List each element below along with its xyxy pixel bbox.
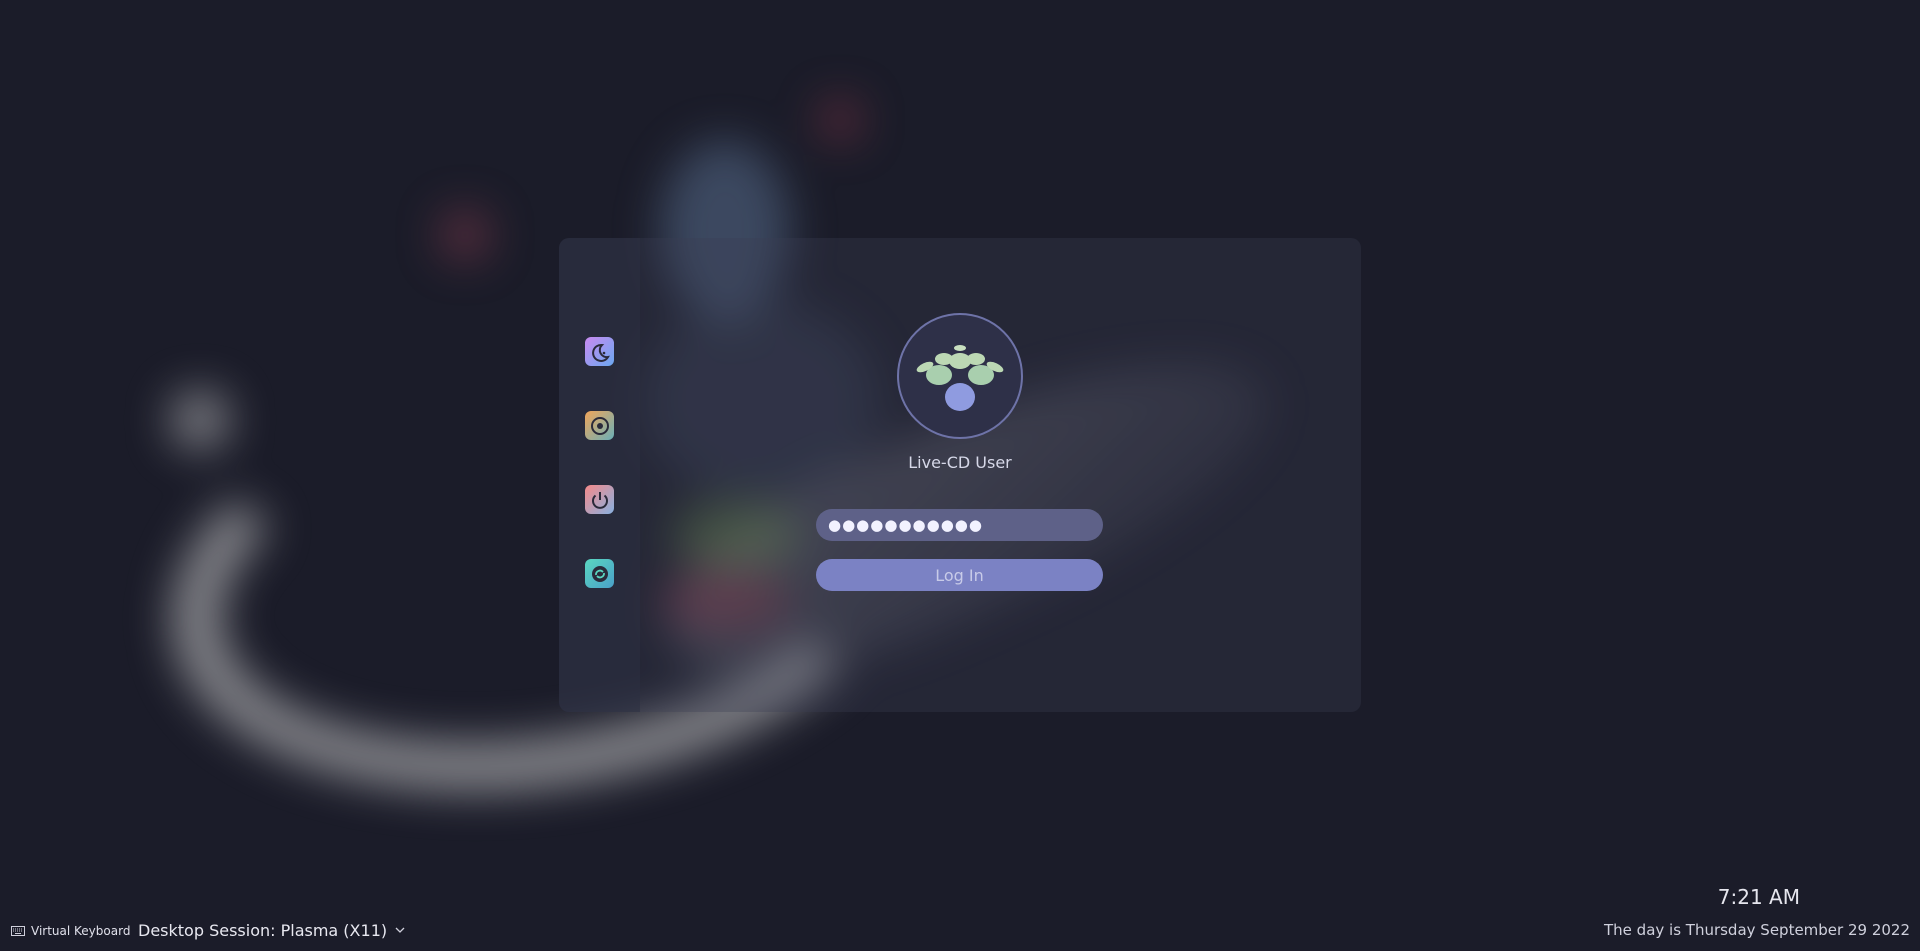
hibernate-icon: [590, 416, 609, 435]
keyboard-icon: [11, 926, 25, 936]
virtual-keyboard-button[interactable]: Virtual Keyboard: [11, 924, 130, 938]
login-screen: Live-CD User ●●●●●●●●●●● Log In Virtual …: [0, 0, 1920, 951]
restart-button[interactable]: [585, 559, 614, 588]
session-selector[interactable]: Desktop Session: Plasma (X11): [138, 921, 405, 940]
username-label: Live-CD User: [908, 453, 1012, 472]
session-label: Desktop Session: Plasma (X11): [138, 921, 388, 940]
sleep-button[interactable]: [585, 337, 614, 366]
chevron-down-icon: [395, 927, 405, 933]
power-actions-panel: [559, 238, 640, 712]
login-button[interactable]: Log In: [816, 559, 1103, 591]
user-avatar: [897, 313, 1023, 439]
clock-time: 7:21 AM: [1717, 885, 1800, 909]
clock-date: The day is Thursday September 29 2022: [1604, 921, 1910, 939]
password-field[interactable]: ●●●●●●●●●●●: [816, 509, 1103, 541]
shutdown-button[interactable]: [585, 485, 614, 514]
virtual-keyboard-label: Virtual Keyboard: [31, 924, 131, 938]
hibernate-button[interactable]: [585, 411, 614, 440]
shutdown-icon: [591, 491, 608, 509]
login-card: [559, 238, 1361, 712]
sleep-icon: [591, 343, 610, 362]
restart-icon: [591, 565, 608, 582]
password-masked-value: ●●●●●●●●●●●: [828, 516, 983, 534]
user-avatar-icon: [916, 345, 1004, 411]
